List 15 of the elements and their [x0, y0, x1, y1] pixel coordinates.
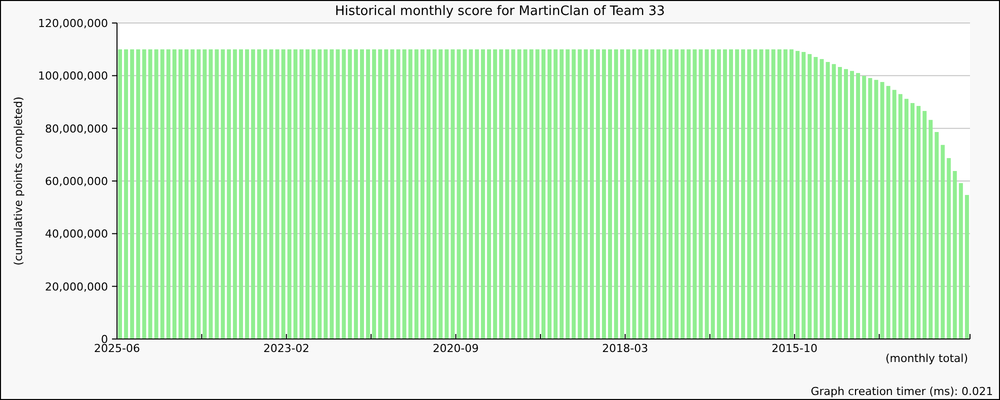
y-axis-label: (cumulative points completed) — [12, 96, 25, 266]
chart-title: Historical monthly score for MartinClan of Team 33 — [335, 4, 665, 19]
tick-label: 80,000,000 — [45, 122, 108, 136]
tick-label: 60,000,000 — [45, 175, 108, 188]
tick-label: 2018-03 — [602, 342, 648, 355]
timer-text: Graph creation timer (ms): 0.021 — [810, 385, 993, 398]
tick-label: 2023-02 — [263, 342, 310, 355]
tick-label: 100,000,000 — [38, 70, 108, 83]
tick-label: 2015-10 — [772, 342, 818, 355]
tick-label: 2020-09 — [432, 342, 479, 355]
tick-label: 40,000,000 — [45, 228, 108, 241]
x-axis-label: (monthly total) — [886, 352, 968, 365]
tick-label: 20,000,000 — [45, 280, 108, 294]
tick-label: 2025-06 — [94, 342, 140, 355]
tick-label: 120,000,000 — [38, 17, 108, 30]
